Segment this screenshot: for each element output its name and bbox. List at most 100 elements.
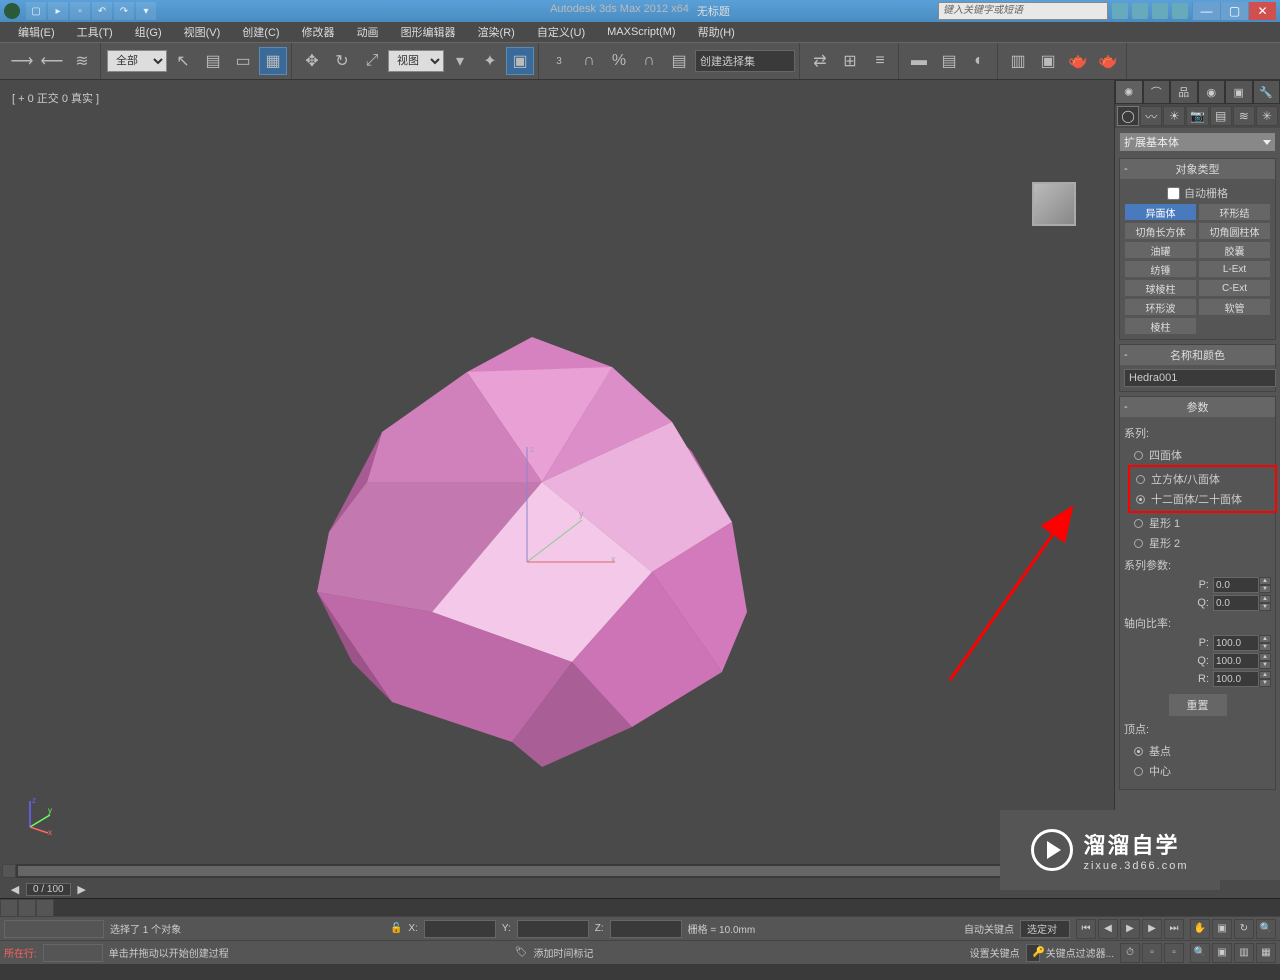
obj-chamferbox-button[interactable]: 切角长方体 (1124, 222, 1197, 240)
scroll-thumb[interactable] (18, 866, 1096, 876)
close-button[interactable]: ✕ (1248, 2, 1276, 20)
render-iterative-icon[interactable]: 🫖 (1094, 47, 1122, 75)
select-object-icon[interactable]: ↖ (169, 47, 197, 75)
systems-icon[interactable]: ✳ (1256, 106, 1278, 126)
obj-gengon-button[interactable]: 球棱柱 (1124, 279, 1197, 297)
obj-torusknot-button[interactable]: 环形结 (1198, 203, 1271, 221)
viewcube[interactable] (1032, 182, 1082, 232)
key-icon[interactable]: 🔑 (1026, 944, 1040, 962)
zoom-region-icon[interactable]: 🔍 (1256, 919, 1276, 939)
link-icon[interactable]: ⟶ (8, 47, 36, 75)
open-icon[interactable]: ▸ (48, 2, 68, 20)
select-by-name-icon[interactable]: ▤ (199, 47, 227, 75)
render-production-icon[interactable]: 🫖 (1064, 47, 1092, 75)
nav2-icon[interactable]: ▫ (1164, 943, 1184, 963)
nav1-icon[interactable]: ▫ (1142, 943, 1162, 963)
timeline-next-icon[interactable]: ▶ (75, 882, 89, 896)
autogrid-checkbox[interactable]: 自动栅格 (1124, 183, 1271, 203)
rotate-icon[interactable]: ↻ (328, 47, 356, 75)
family-dodecicos-radio[interactable]: 十二面体/二十面体 (1136, 489, 1269, 509)
coord-y-input[interactable] (517, 920, 589, 938)
shapes-icon[interactable]: 〰 (1140, 106, 1162, 126)
menu-grapheditors[interactable]: 图形编辑器 (391, 22, 466, 42)
help-search-input[interactable]: 键入关键字或短语 (938, 2, 1108, 20)
rollout-header-object-type[interactable]: - 对象类型 (1120, 159, 1275, 179)
play-icon[interactable]: ▶ (1120, 919, 1140, 939)
obj-chamfercyl-button[interactable]: 切角圆柱体 (1198, 222, 1271, 240)
reset-button[interactable]: 重置 (1168, 693, 1228, 717)
lights-icon[interactable]: ☀ (1163, 106, 1185, 126)
goto-start-icon[interactable]: ⏮ (1076, 919, 1096, 939)
keyboard-shortcut-icon[interactable]: ▣ (506, 47, 534, 75)
timeline-prev-icon[interactable]: ◀ (8, 882, 22, 896)
render-frame-icon[interactable]: ▣ (1034, 47, 1062, 75)
maxscript-input[interactable] (43, 944, 103, 962)
tab-utilities-icon[interactable]: 🔧 (1253, 80, 1280, 104)
reference-coord-select[interactable]: 视图 (388, 50, 444, 72)
scale-icon[interactable]: ⤢ (358, 47, 386, 75)
app-icon[interactable] (4, 3, 20, 19)
spacewarps-icon[interactable]: ≋ (1233, 106, 1255, 126)
trackbar-btn3[interactable] (36, 899, 54, 917)
scroll-left-icon[interactable] (2, 864, 16, 878)
rollout-header-name-color[interactable]: - 名称和颜色 (1120, 345, 1275, 365)
menu-help[interactable]: 帮助(H) (688, 22, 745, 42)
help-icon[interactable] (1172, 3, 1188, 19)
geometry-category-select[interactable]: 扩展基本体 (1119, 132, 1276, 152)
menu-customize[interactable]: 自定义(U) (527, 22, 595, 42)
select-window-crossing-icon[interactable]: ▦ (259, 47, 287, 75)
favorites-icon[interactable] (1152, 3, 1168, 19)
align-icon[interactable]: ⊞ (836, 47, 864, 75)
pivot-icon[interactable]: ▾ (446, 47, 474, 75)
next-frame-icon[interactable]: ▶ (1142, 919, 1162, 939)
coord-x-input[interactable] (424, 920, 496, 938)
family-star1-radio[interactable]: 星形 1 (1134, 513, 1271, 533)
vertex-center-radio[interactable]: 中心 (1134, 761, 1271, 781)
undo-icon[interactable]: ↶ (92, 2, 112, 20)
selection-filter-select[interactable]: 全部 (107, 50, 167, 72)
tab-modify-icon[interactable]: ⌒ (1143, 80, 1171, 104)
mirror-icon[interactable]: ⇄ (806, 47, 834, 75)
viewport-label[interactable]: [ + 0 正交 0 真实 ] (12, 90, 99, 106)
geometry-icon[interactable]: ◯ (1117, 106, 1139, 126)
axis-q-spinner[interactable]: ▲▼ (1213, 653, 1271, 669)
cameras-icon[interactable]: 📷 (1186, 106, 1208, 126)
qat-dropdown-icon[interactable]: ▾ (136, 2, 156, 20)
setkey-button[interactable]: 设置关键点 (970, 945, 1020, 960)
rollout-header-parameters[interactable]: - 参数 (1120, 397, 1275, 417)
create-selection-set-input[interactable] (695, 50, 795, 72)
select-manipulate-icon[interactable]: ✦ (476, 47, 504, 75)
obj-cext-button[interactable]: C-Ext (1198, 279, 1271, 297)
time-config-icon[interactable]: ⏱ (1120, 943, 1140, 963)
frame-indicator[interactable]: 0 / 100 (26, 883, 71, 896)
trackbar-btn2[interactable] (18, 899, 36, 917)
obj-oiltank-button[interactable]: 油罐 (1124, 241, 1197, 259)
search-go-icon[interactable] (1112, 3, 1128, 19)
obj-hedra-button[interactable]: 异面体 (1124, 203, 1197, 221)
obj-spindle-button[interactable]: 纺锤 (1124, 260, 1197, 278)
script-listener[interactable] (4, 920, 104, 938)
fov-icon[interactable]: ▥ (1234, 943, 1254, 963)
move-icon[interactable]: ✥ (298, 47, 326, 75)
curve-editor-icon[interactable]: ▬ (905, 47, 933, 75)
vertex-base-radio[interactable]: 基点 (1134, 741, 1271, 761)
zoom-all-icon[interactable]: ▣ (1212, 943, 1232, 963)
angle-snap-icon[interactable]: ∩ (575, 47, 603, 75)
viewport-area[interactable]: [ + 0 正交 0 真实 ] (0, 80, 1114, 880)
family-star2-radio[interactable]: 星形 2 (1134, 533, 1271, 553)
selected-object-dropdown[interactable]: 选定对 (1020, 920, 1070, 938)
menu-animation[interactable]: 动画 (347, 22, 389, 42)
track-bar[interactable] (0, 898, 1280, 916)
trackbar-btn1[interactable] (0, 899, 18, 917)
helpers-icon[interactable]: ▤ (1210, 106, 1232, 126)
save-icon[interactable]: ▫ (70, 2, 90, 20)
key-filters-button[interactable]: 关键点过滤器... (1046, 945, 1114, 960)
spinner-snap-icon[interactable]: ∩ (635, 47, 663, 75)
obj-prism-button[interactable]: 棱柱 (1124, 317, 1197, 335)
menu-edit[interactable]: 编辑(E) (8, 22, 65, 42)
minimize-button[interactable]: — (1192, 2, 1220, 20)
layers-icon[interactable]: ≡ (866, 47, 894, 75)
obj-capsule-button[interactable]: 胶囊 (1198, 241, 1271, 259)
obj-lext-button[interactable]: L-Ext (1198, 260, 1271, 278)
q-spinner[interactable]: ▲▼ (1213, 595, 1271, 611)
